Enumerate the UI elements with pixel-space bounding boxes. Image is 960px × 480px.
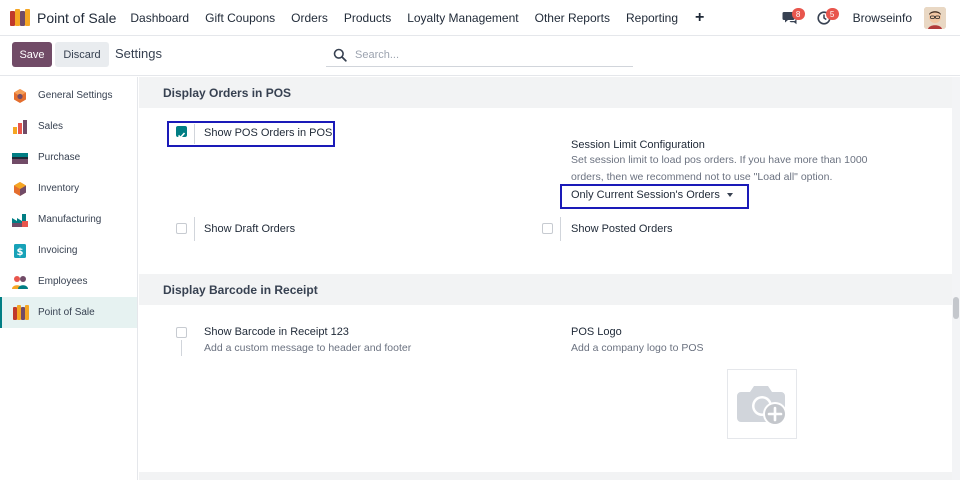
- section-header-display-orders: Display Orders in POS: [139, 77, 952, 108]
- settings-content: Display Orders in POS Show POS Orders in…: [139, 77, 952, 480]
- sidebar-item-inventory[interactable]: Inventory: [0, 173, 137, 204]
- sidebar-item-manufacturing[interactable]: Manufacturing: [0, 204, 137, 235]
- general-settings-icon: [14, 88, 26, 103]
- pos-logo-title: POS Logo: [571, 326, 622, 338]
- sidebar-item-invoicing[interactable]: $ Invoicing: [0, 235, 137, 266]
- pos-logo-description: Add a company logo to POS: [571, 342, 704, 354]
- show-draft-orders-label: Show Draft Orders: [204, 223, 296, 235]
- settings-sidebar: General Settings Sales Purchase Inventor…: [0, 77, 138, 480]
- top-navbar: Point of Sale Dashboard Gift Coupons Ord…: [0, 0, 960, 36]
- search-input[interactable]: Search...: [355, 49, 399, 61]
- nav-other-reports[interactable]: Other Reports: [535, 11, 610, 25]
- sidebar-item-label: Sales: [38, 121, 64, 132]
- sidebar-item-general-settings[interactable]: General Settings: [0, 80, 137, 111]
- show-pos-orders-checkbox[interactable]: [176, 126, 187, 139]
- nav-orders[interactable]: Orders: [291, 11, 328, 25]
- save-button[interactable]: Save: [12, 42, 52, 67]
- sidebar-item-label: Purchase: [38, 152, 81, 163]
- show-draft-orders-checkbox[interactable]: [176, 223, 187, 234]
- camera-add-icon: [737, 386, 787, 426]
- session-limit-selected-value: Only Current Session's Orders: [571, 189, 720, 201]
- nav-loyalty-management[interactable]: Loyalty Management: [407, 11, 518, 25]
- svg-text:$: $: [17, 247, 24, 258]
- divider: [194, 217, 195, 241]
- session-limit-title: Session Limit Configuration: [571, 139, 705, 151]
- section-header-display-barcode: Display Barcode in Receipt: [139, 274, 952, 305]
- scrollbar-thumb[interactable]: [953, 297, 959, 319]
- show-barcode-label: Show Barcode in Receipt 123: [204, 326, 349, 338]
- app-name: Point of Sale: [37, 9, 117, 26]
- session-limit-select[interactable]: Only Current Session's Orders: [571, 189, 733, 201]
- employees-icon: [12, 275, 28, 289]
- sidebar-item-label: General Settings: [38, 90, 113, 101]
- pos-logo-upload[interactable]: [727, 369, 797, 439]
- messages-button[interactable]: 8: [779, 7, 805, 29]
- nav-products[interactable]: Products: [344, 11, 391, 25]
- sidebar-item-label: Employees: [38, 276, 88, 287]
- activities-button[interactable]: 5: [813, 7, 839, 29]
- section-header-next: [139, 472, 952, 480]
- messages-badge: 8: [791, 8, 805, 20]
- sidebar-item-employees[interactable]: Employees: [0, 266, 137, 297]
- sidebar-item-label: Inventory: [38, 183, 80, 194]
- show-pos-orders-label: Show POS Orders in POS: [204, 127, 333, 139]
- session-limit-description: Set session limit to load pos orders. If…: [571, 154, 868, 183]
- sidebar-item-sales[interactable]: Sales: [0, 111, 137, 142]
- sidebar-item-label: Invoicing: [38, 245, 78, 256]
- divider: [194, 124, 195, 144]
- divider: [560, 217, 561, 241]
- avatar-image: [924, 7, 946, 29]
- caret-down-icon: [726, 193, 733, 197]
- nav-reporting[interactable]: Reporting: [626, 11, 678, 25]
- content-scrollbar[interactable]: [952, 77, 960, 480]
- control-panel: Save Discard Settings Search...: [0, 36, 960, 76]
- show-posted-orders-checkbox[interactable]: [542, 223, 553, 234]
- point-of-sale-app-icon: [10, 9, 30, 26]
- discard-button[interactable]: Discard: [55, 42, 109, 67]
- sidebar-item-label: Point of Sale: [38, 307, 95, 318]
- purchase-icon: [12, 152, 28, 164]
- show-posted-orders-label: Show Posted Orders: [571, 223, 673, 235]
- activities-badge: 5: [825, 8, 839, 20]
- search-bar[interactable]: Search...: [326, 43, 633, 67]
- nav-dashboard[interactable]: Dashboard: [130, 11, 189, 25]
- sales-icon: [13, 119, 27, 134]
- manufacturing-icon: [12, 213, 28, 227]
- search-icon: [333, 48, 347, 62]
- checkmark-icon: [177, 132, 186, 139]
- inventory-icon: [14, 181, 26, 196]
- divider: [181, 340, 182, 356]
- show-barcode-description: Add a custom message to header and foote…: [204, 342, 412, 354]
- sidebar-item-point-of-sale[interactable]: Point of Sale: [0, 297, 137, 328]
- user-avatar[interactable]: [924, 7, 946, 29]
- show-barcode-checkbox[interactable]: [176, 327, 187, 338]
- nav-gift-coupons[interactable]: Gift Coupons: [205, 11, 275, 25]
- page-title: Settings: [115, 46, 162, 61]
- invoicing-icon: $: [14, 243, 26, 258]
- company-name[interactable]: Browseinfo: [853, 11, 912, 25]
- app-brand[interactable]: Point of Sale: [10, 9, 116, 26]
- point-of-sale-icon: [13, 304, 29, 320]
- sidebar-item-purchase[interactable]: Purchase: [0, 142, 137, 173]
- sidebar-item-label: Manufacturing: [38, 214, 102, 225]
- plus-icon[interactable]: +: [695, 9, 704, 27]
